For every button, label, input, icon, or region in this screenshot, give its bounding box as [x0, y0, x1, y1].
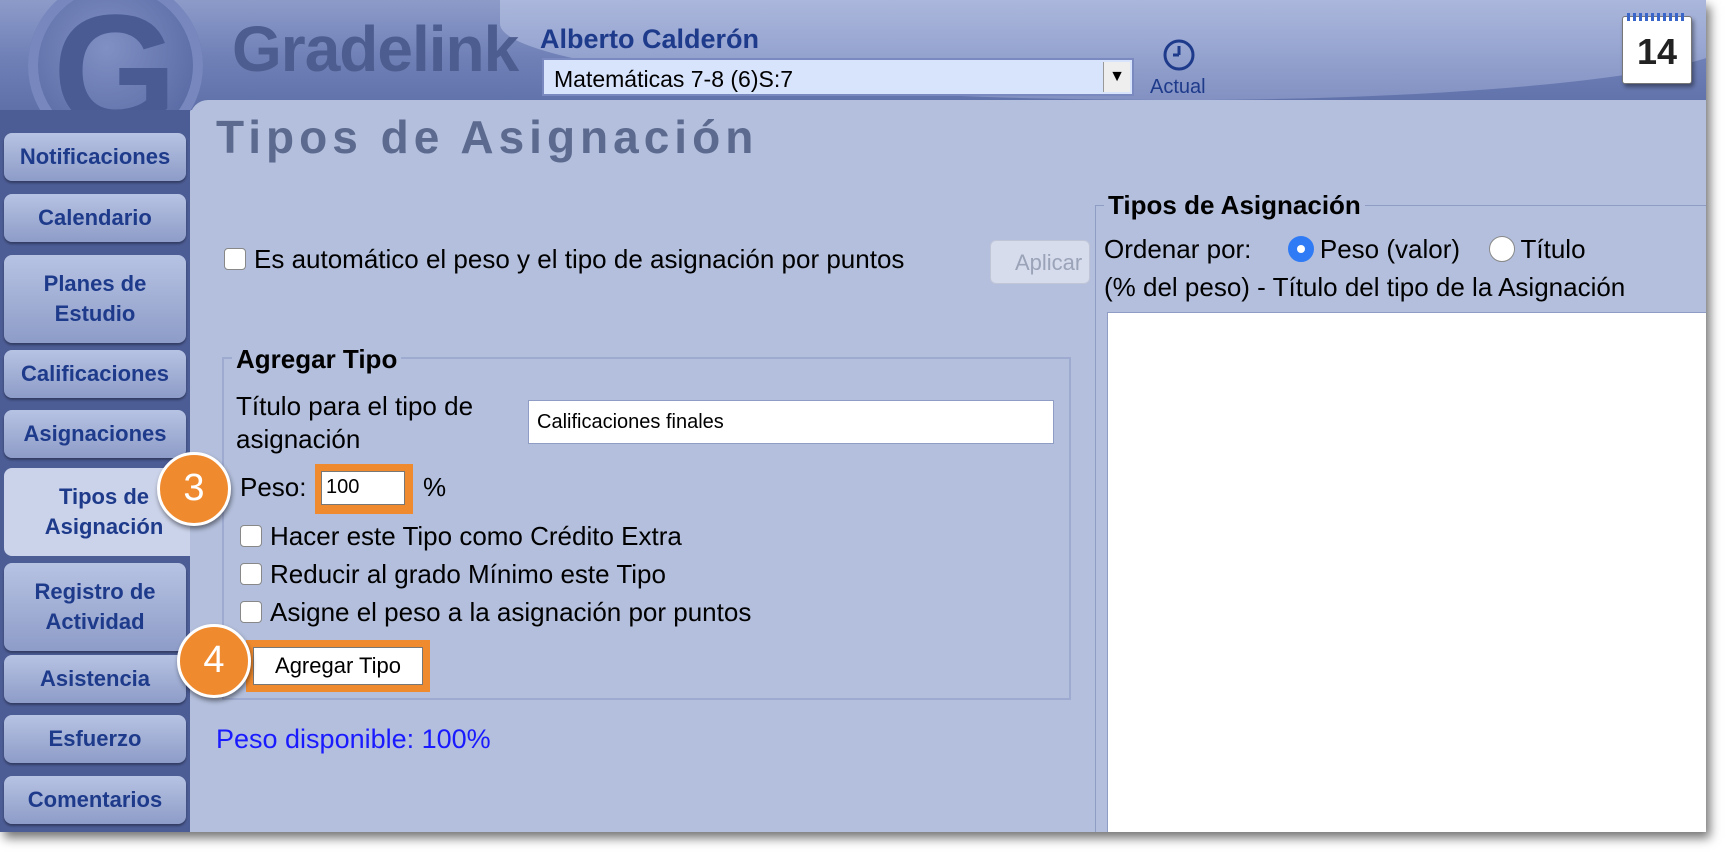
sidebar-item-calendario[interactable]: Calendario	[4, 194, 186, 242]
teacher-name: Alberto Calderón	[540, 24, 760, 54]
extra-credit-label: Hacer este Tipo como Crédito Extra	[270, 521, 682, 551]
sidebar-item-asignaciones[interactable]: Asignaciones	[4, 410, 186, 458]
auto-weight-checkbox[interactable]	[224, 248, 246, 271]
sidebar-item-label: Esfuerzo	[48, 726, 142, 751]
add-type-button[interactable]: Agregar Tipo	[253, 647, 423, 685]
types-panel-title: Tipos de Asignación	[1104, 190, 1365, 221]
min-grade-checkbox[interactable]	[240, 563, 262, 586]
sort-label: Ordenar por:	[1104, 234, 1252, 264]
extra-credit-checkbox[interactable]	[240, 525, 262, 548]
clock-icon[interactable]	[1162, 38, 1196, 72]
min-grade-row[interactable]: Reducir al grado Mínimo este Tipo	[240, 559, 666, 590]
points-weight-checkbox[interactable]	[240, 601, 262, 624]
sidebar-item-comentarios[interactable]: Comentarios	[4, 776, 186, 824]
calendar-icon[interactable]: 14	[1622, 13, 1692, 84]
sidebar-item-label: Asistencia	[39, 666, 151, 691]
sidebar-item-planes-de-estudio[interactable]: Planes de Estudio	[4, 255, 186, 343]
sidebar-item-calificaciones[interactable]: Calificaciones	[4, 350, 186, 398]
sidebar-item-label: Calendario	[38, 205, 152, 230]
type-title-label: Título para el tipo de asignación	[236, 391, 474, 454]
types-list[interactable]	[1107, 312, 1706, 832]
extra-credit-row[interactable]: Hacer este Tipo como Crédito Extra	[240, 521, 682, 552]
sidebar-item-label: Notificaciones	[19, 144, 171, 169]
sort-row: Ordenar por: Peso (valor) Título	[1104, 234, 1586, 265]
available-weight: Peso disponible: 100%	[216, 724, 491, 754]
sidebar-item-notificaciones[interactable]: Notificaciones	[4, 133, 186, 181]
sort-title-radio[interactable]	[1488, 236, 1515, 263]
sidebar-item-asistencia[interactable]: Asistencia	[4, 655, 186, 703]
sidebar-item-label: Asignaciones	[23, 421, 167, 446]
app-window: G Gradelink Alberto Calderón Matemáticas…	[0, 0, 1706, 832]
sidebar-item-label: Planes de Estudio	[43, 271, 147, 326]
points-weight-label: Asigne el peso a la asignación por punto…	[270, 597, 752, 627]
class-select[interactable]: Matemáticas 7-8 (6)S:7 ▼	[542, 58, 1134, 96]
sort-weight-label[interactable]: Peso (valor)	[1320, 234, 1460, 264]
weight-label: Peso:	[240, 472, 307, 502]
type-title-input[interactable]: Calificaciones finales	[528, 400, 1054, 444]
brand-name: Gradelink	[232, 13, 519, 85]
class-select-value: Matemáticas 7-8 (6)S:7	[554, 66, 794, 92]
chevron-down-icon[interactable]: ▼	[1103, 62, 1130, 92]
step-badge-4: 4	[177, 624, 251, 698]
actual-label[interactable]: Actual	[1150, 76, 1206, 99]
sort-title-label[interactable]: Título	[1521, 234, 1586, 264]
points-weight-row[interactable]: Asigne el peso a la asignación por punto…	[240, 597, 751, 628]
sort-weight-radio[interactable]	[1287, 236, 1314, 263]
apply-button[interactable]: Aplicar	[990, 240, 1090, 284]
sidebar-item-esfuerzo[interactable]: Esfuerzo	[4, 715, 186, 763]
sidebar-item-label: Registro de Actividad	[34, 579, 156, 634]
sidebar-item-label: Tipos de Asignación	[44, 484, 164, 539]
calendar-day: 14	[1636, 31, 1678, 72]
weight-input[interactable]: 100	[321, 471, 405, 505]
sidebar-item-label: Calificaciones	[21, 361, 169, 386]
types-list-header: (% del peso) - Título del tipo de la Asi…	[1104, 272, 1626, 302]
percent-sign: %	[423, 472, 447, 502]
auto-weight-row[interactable]: Es automático el peso y el tipo de asign…	[224, 244, 904, 275]
step-badge-3: 3	[157, 452, 231, 526]
sidebar-item-label: Comentarios	[27, 787, 163, 812]
min-grade-label: Reducir al grado Mínimo este Tipo	[270, 559, 666, 589]
add-type-legend: Agregar Tipo	[232, 344, 402, 375]
auto-weight-label: Es automático el peso y el tipo de asign…	[254, 244, 905, 274]
sidebar-item-registro-de-actividad[interactable]: Registro de Actividad	[4, 563, 186, 651]
page-title: Tipos de Asignación	[216, 111, 759, 163]
calendar-rings	[1627, 13, 1687, 21]
